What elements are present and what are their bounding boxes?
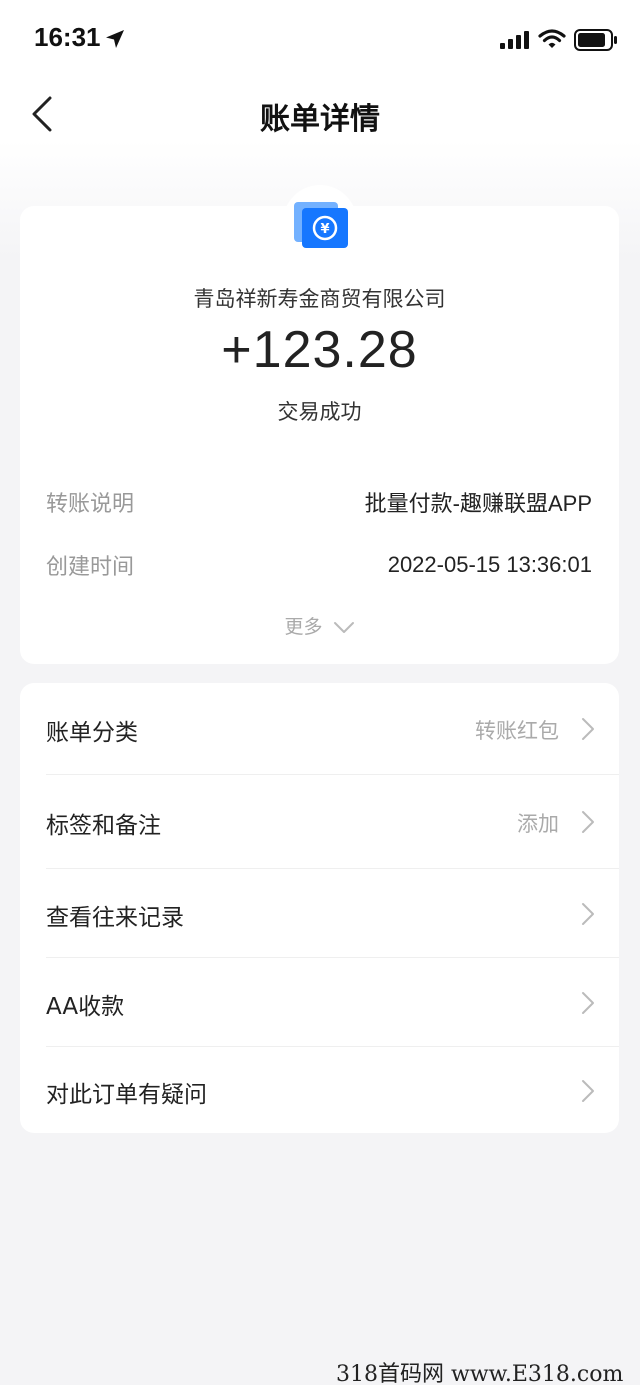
action-value: 转账红包 bbox=[475, 719, 559, 743]
summary-card bbox=[20, 206, 619, 664]
detail-label: 创建时间 bbox=[46, 555, 135, 580]
transaction-status: 交易成功 bbox=[277, 400, 362, 424]
svg-text:¥: ¥ bbox=[320, 222, 329, 237]
chevron-down-icon bbox=[333, 621, 354, 633]
cellular-signal-icon bbox=[500, 31, 529, 49]
action-order-question[interactable]: 对此订单有疑问 bbox=[20, 1047, 619, 1133]
battery-icon bbox=[574, 29, 617, 51]
detail-row-created-time: 创建时间 2022-05-15 13:36:01 bbox=[46, 549, 592, 581]
action-tags-notes[interactable]: 标签和备注 添加 bbox=[20, 775, 619, 869]
detail-label: 转账说明 bbox=[46, 492, 135, 517]
detail-value: 2022-05-15 13:36:01 bbox=[387, 552, 592, 577]
wifi-icon bbox=[538, 29, 566, 48]
watermark-text: 318首码网 www.E318.com bbox=[336, 1362, 624, 1387]
chevron-right-icon bbox=[582, 992, 594, 1014]
action-bill-category[interactable]: 账单分类 转账红包 bbox=[20, 683, 619, 775]
status-bar: 16:31 bbox=[0, 0, 640, 80]
nav-bar: 账单详情 bbox=[0, 80, 640, 146]
action-label: 对此订单有疑问 bbox=[46, 1082, 207, 1108]
more-label: 更多 bbox=[284, 616, 323, 638]
chevron-right-icon bbox=[582, 903, 594, 925]
detail-row-note: 转账说明 批量付款-趣赚联盟APP bbox=[46, 486, 592, 518]
action-label: 标签和备注 bbox=[46, 813, 161, 839]
status-time: 16:31 bbox=[34, 22, 101, 52]
action-label: 查看往来记录 bbox=[46, 905, 184, 931]
chevron-right-icon bbox=[582, 811, 594, 833]
chevron-right-icon bbox=[582, 718, 594, 740]
action-aa-collect[interactable]: AA收款 bbox=[20, 958, 619, 1047]
action-view-history[interactable]: 查看往来记录 bbox=[20, 869, 619, 958]
detail-value: 批量付款-趣赚联盟APP bbox=[364, 491, 592, 516]
page-title: 账单详情 bbox=[260, 102, 380, 137]
more-button[interactable]: 更多 bbox=[20, 612, 619, 639]
chevron-right-icon bbox=[582, 1080, 594, 1102]
location-arrow-icon bbox=[106, 30, 124, 48]
action-value: 添加 bbox=[517, 812, 559, 836]
actions-card: 账单分类 转账红包 标签和备注 添加 查看往来记录 AA收款 对此订单有疑问 bbox=[20, 683, 619, 1133]
transaction-amount: +123.28 bbox=[221, 321, 418, 379]
merchant-name: 青岛祥新寿金商贸有限公司 bbox=[193, 287, 446, 311]
transfer-icon: ¥ bbox=[294, 202, 348, 248]
action-label: 账单分类 bbox=[46, 720, 138, 746]
action-label: AA收款 bbox=[46, 994, 125, 1020]
